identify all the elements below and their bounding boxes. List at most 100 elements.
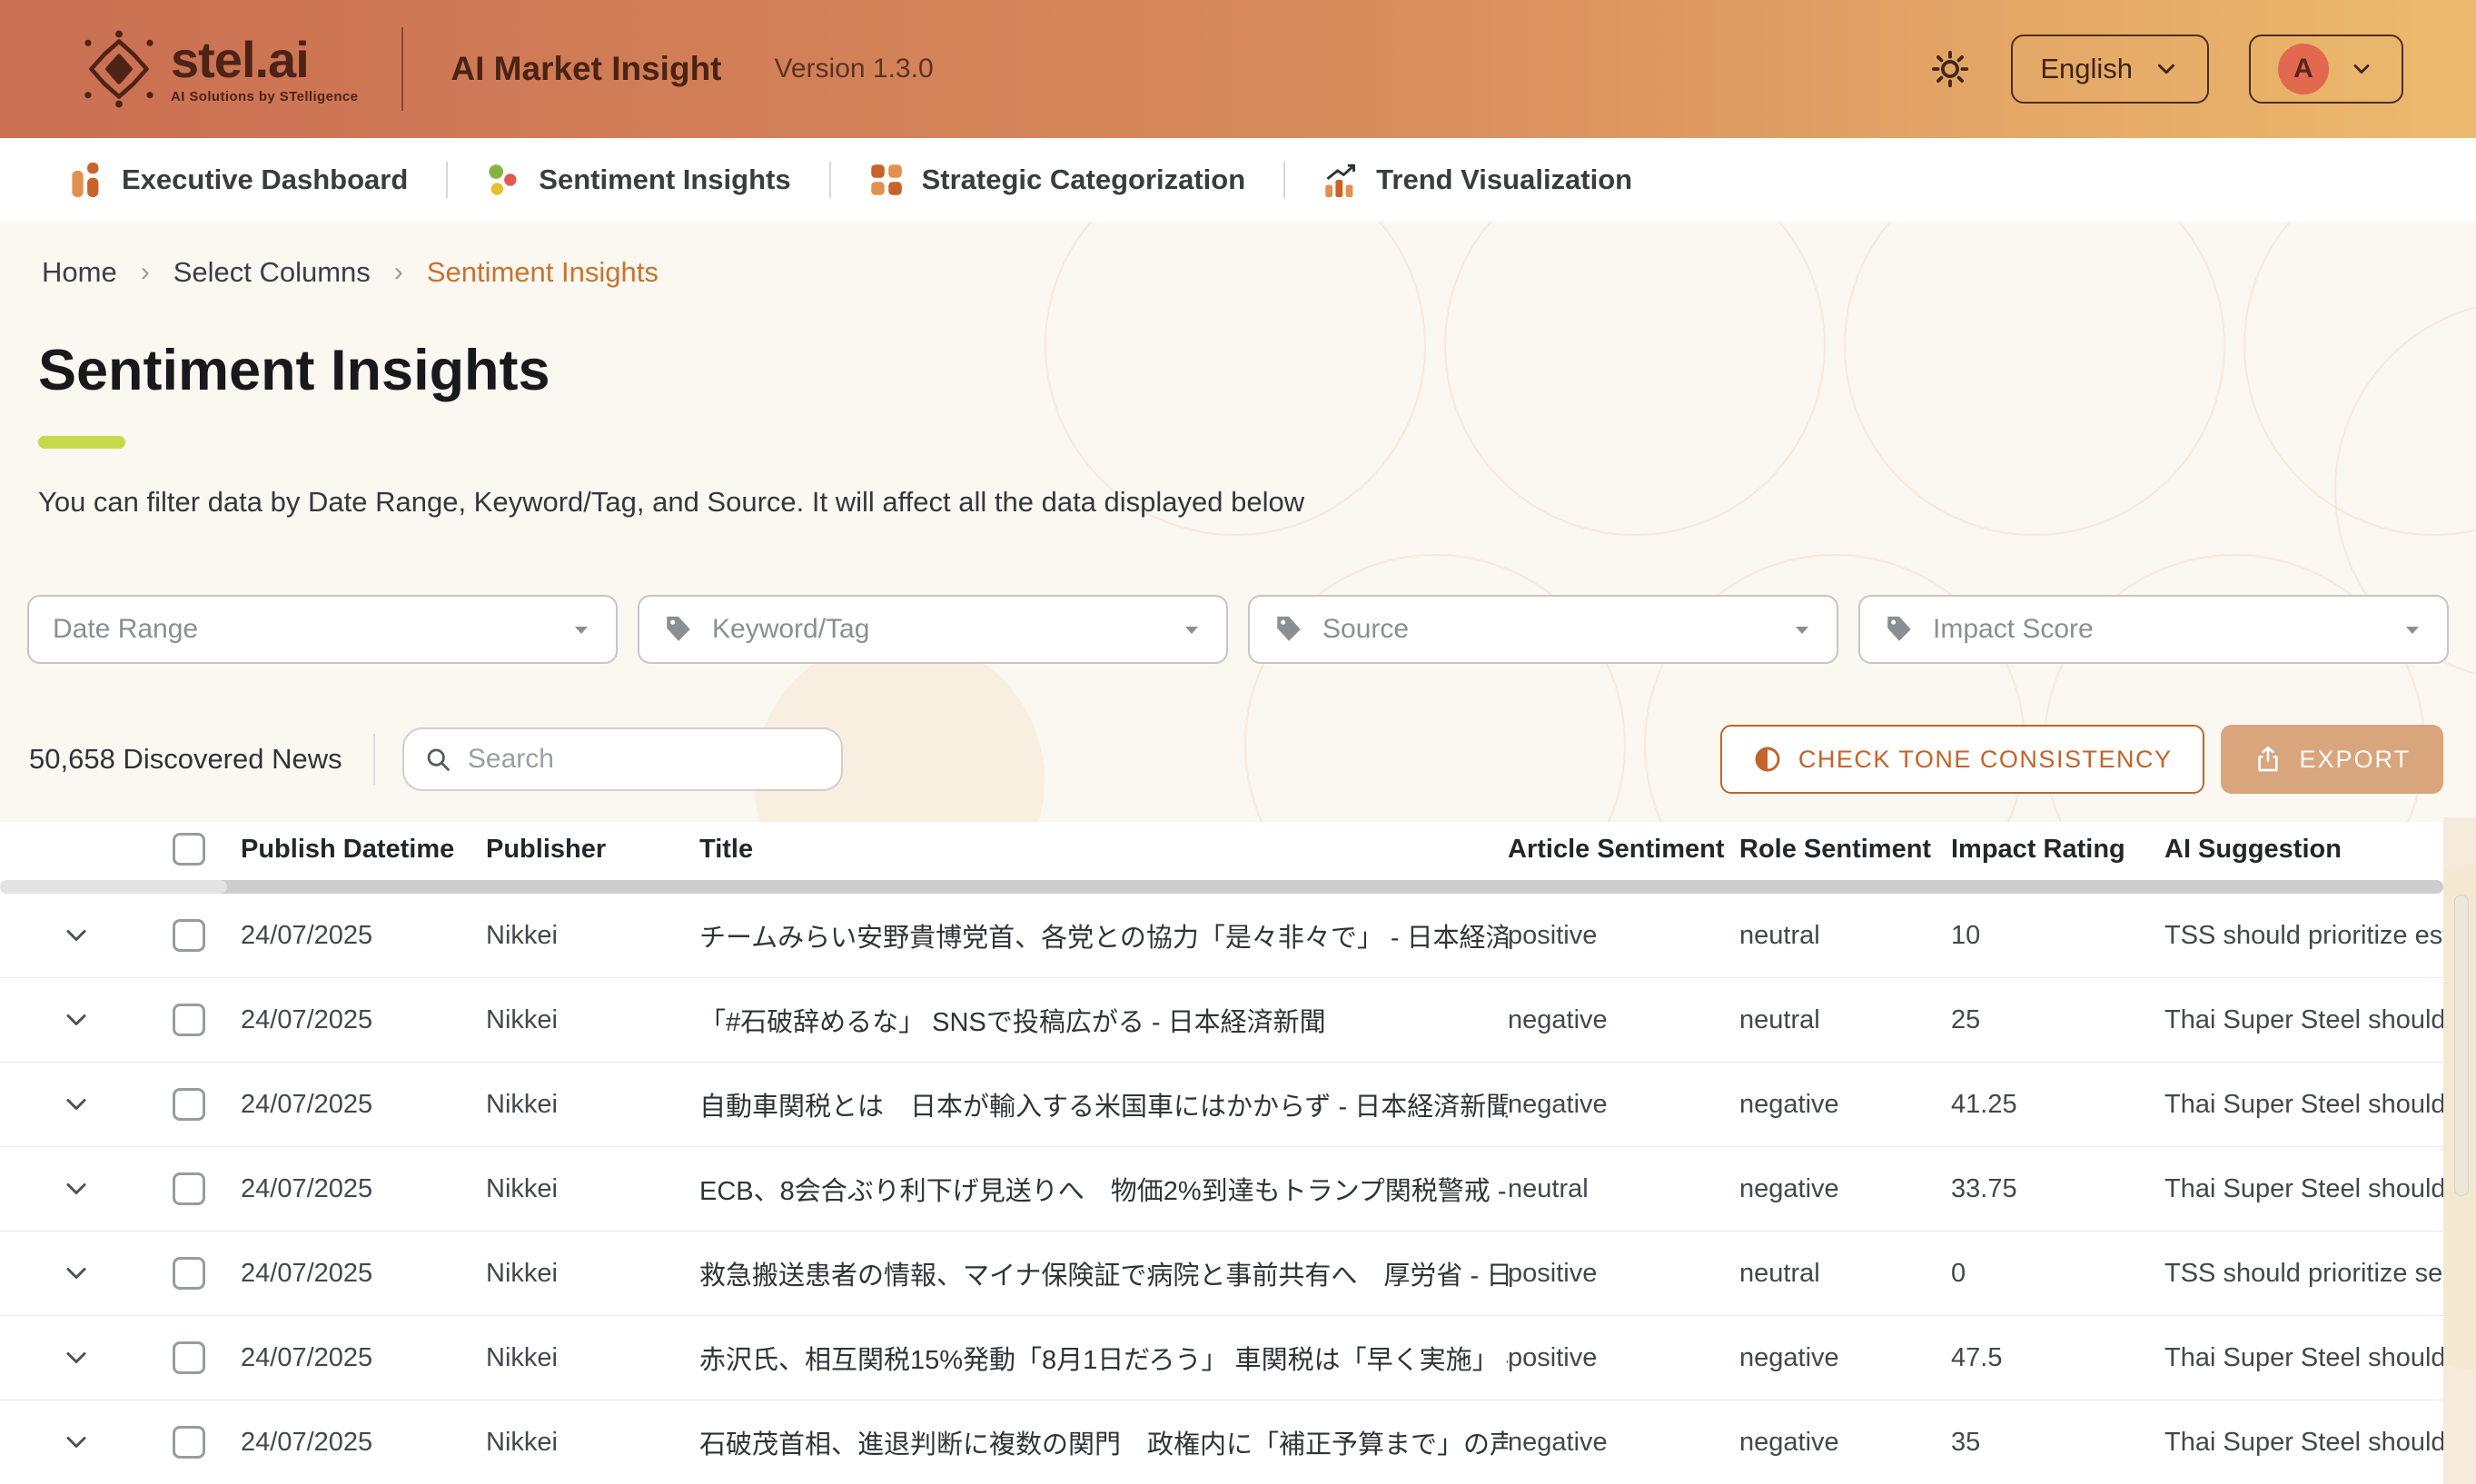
chevron-down-icon bbox=[60, 919, 93, 952]
title-accent-bar bbox=[38, 436, 125, 449]
cell-title: 石破茂首相、進退判断に複数の関門 政権内に「補正予算まで」の声 - ... bbox=[699, 1423, 1508, 1461]
expand-row-button[interactable] bbox=[60, 1257, 93, 1290]
row-checkbox[interactable] bbox=[173, 1341, 205, 1374]
chevron-down-icon bbox=[60, 1088, 93, 1121]
news-table: Publish Datetime Publisher Title Article… bbox=[0, 822, 2443, 1484]
cell-impact-rating: 33.75 bbox=[1951, 1174, 2164, 1204]
cell-ai-suggestion: Thai Super Steel should pr bbox=[2164, 1005, 2443, 1035]
language-selector[interactable]: English bbox=[2011, 35, 2209, 104]
cell-ai-suggestion: Thai Super Steel should pr bbox=[2164, 1343, 2443, 1373]
expand-row-button[interactable] bbox=[60, 1004, 93, 1036]
breadcrumb-select-columns[interactable]: Select Columns bbox=[173, 256, 371, 289]
cell-title: 救急搬送患者の情報、マイナ保険証で病院と事前共有へ 厚労省 - 日本... bbox=[699, 1254, 1508, 1292]
breadcrumb-home[interactable]: Home bbox=[42, 256, 117, 289]
table-header-row: Publish Datetime Publisher Title Article… bbox=[0, 822, 2443, 876]
impact-score-filter[interactable]: Impact Score bbox=[1858, 595, 2449, 664]
chevron-down-icon bbox=[60, 1172, 93, 1205]
nav-item-strategic-categorization[interactable]: Strategic Categorization bbox=[869, 163, 1246, 197]
check-tone-consistency-button[interactable]: CHECK TONE CONSISTENCY bbox=[1720, 725, 2205, 794]
date-range-filter[interactable]: Date Range bbox=[27, 595, 618, 664]
cell-ai-suggestion: Thai Super Steel should pr bbox=[2164, 1428, 2443, 1458]
nav-item-trend-visualization[interactable]: Trend Visualization bbox=[1323, 163, 1632, 197]
expand-row-button[interactable] bbox=[60, 919, 93, 952]
header-divider bbox=[401, 27, 403, 111]
cell-role-sentiment: negative bbox=[1739, 1090, 1951, 1120]
theme-toggle-button[interactable] bbox=[1929, 48, 1971, 90]
cell-title: ECB、8会合ぶり利下げ見送りへ 物価2%到達もトランプ関税警戒 - 日... bbox=[699, 1170, 1508, 1208]
page-title: Sentiment Insights bbox=[38, 338, 550, 403]
cell-publisher: Nikkei bbox=[486, 1259, 699, 1289]
col-publish-datetime: Publish Datetime bbox=[241, 835, 486, 865]
cell-impact-rating: 35 bbox=[1951, 1428, 2164, 1458]
category-grid-icon bbox=[869, 163, 904, 197]
chevron-down-icon bbox=[60, 1426, 93, 1459]
expand-row-button[interactable] bbox=[60, 1341, 93, 1374]
cell-role-sentiment: neutral bbox=[1739, 1259, 1951, 1289]
brand: stel.ai AI Solutions by STelligence bbox=[80, 30, 358, 108]
caret-down-icon bbox=[1181, 618, 1203, 640]
row-checkbox[interactable] bbox=[173, 1088, 205, 1121]
table-row: 24/07/2025 Nikkei 「#石破辞めるな」 SNSで投稿広がる - … bbox=[0, 978, 2443, 1063]
main-nav: Executive Dashboard Sentiment Insights S… bbox=[0, 138, 2476, 222]
user-menu[interactable]: A bbox=[2249, 35, 2403, 104]
cell-publish-datetime: 24/07/2025 bbox=[241, 1005, 486, 1035]
cell-article-sentiment: positive bbox=[1508, 1259, 1739, 1289]
cell-role-sentiment: negative bbox=[1739, 1174, 1951, 1204]
search-box[interactable] bbox=[402, 727, 843, 791]
cell-role-sentiment: negative bbox=[1739, 1343, 1951, 1373]
cell-publish-datetime: 24/07/2025 bbox=[241, 1259, 486, 1289]
row-checkbox[interactable] bbox=[173, 919, 205, 952]
cell-role-sentiment: neutral bbox=[1739, 921, 1951, 951]
cell-article-sentiment: neutral bbox=[1508, 1174, 1739, 1204]
cell-publisher: Nikkei bbox=[486, 1174, 699, 1204]
row-checkbox[interactable] bbox=[173, 1004, 205, 1036]
export-icon bbox=[2253, 745, 2283, 774]
nav-item-sentiment-insights[interactable]: Sentiment Insights bbox=[486, 163, 790, 197]
filters-row: Date Range Keyword/Tag Source Impact Sco… bbox=[27, 595, 2449, 664]
row-checkbox[interactable] bbox=[173, 1426, 205, 1459]
page-description: You can filter data by Date Range, Keywo… bbox=[38, 486, 1304, 519]
table-row: 24/07/2025 Nikkei 救急搬送患者の情報、マイナ保険証で病院と事前… bbox=[0, 1232, 2443, 1316]
cell-publisher: Nikkei bbox=[486, 921, 699, 951]
cell-publish-datetime: 24/07/2025 bbox=[241, 1174, 486, 1204]
cell-article-sentiment: negative bbox=[1508, 1005, 1739, 1035]
expand-row-button[interactable] bbox=[60, 1088, 93, 1121]
search-icon bbox=[424, 744, 451, 775]
export-button[interactable]: EXPORT bbox=[2221, 725, 2443, 794]
table-row: 24/07/2025 Nikkei 自動車関税とは 日本が輸入する米国車にはかか… bbox=[0, 1063, 2443, 1147]
contrast-icon bbox=[1753, 745, 1782, 774]
breadcrumb-current: Sentiment Insights bbox=[427, 256, 659, 289]
source-filter[interactable]: Source bbox=[1248, 595, 1838, 664]
table-row: 24/07/2025 Nikkei チームみらい安野貴博党首、各党との協力「是々… bbox=[0, 894, 2443, 978]
language-label: English bbox=[2040, 53, 2133, 85]
cell-role-sentiment: negative bbox=[1739, 1428, 1951, 1458]
cell-title: 自動車関税とは 日本が輸入する米国車にはかからず - 日本経済新聞 bbox=[699, 1085, 1508, 1123]
cell-title: 「#石破辞めるな」 SNSで投稿広がる - 日本経済新聞 bbox=[699, 1001, 1508, 1039]
cell-article-sentiment: positive bbox=[1508, 921, 1739, 951]
col-article-sentiment: Article Sentiment bbox=[1508, 835, 1739, 865]
chevron-down-icon bbox=[2153, 55, 2180, 83]
cell-ai-suggestion: TSS should prioritize secur bbox=[2164, 1259, 2443, 1289]
select-all-checkbox[interactable] bbox=[173, 833, 205, 866]
horizontal-scrollbar[interactable] bbox=[0, 880, 2443, 894]
keyword-tag-filter[interactable]: Keyword/Tag bbox=[638, 595, 1228, 664]
expand-row-button[interactable] bbox=[60, 1426, 93, 1459]
toolbar: 50,658 Discovered News CHECK TONE CONSIS… bbox=[29, 725, 2443, 794]
vertical-scrollbar-thumb[interactable] bbox=[2454, 895, 2469, 1196]
cell-impact-rating: 25 bbox=[1951, 1005, 2164, 1035]
chevron-down-icon bbox=[2349, 56, 2374, 82]
app-title: AI Market Insight bbox=[451, 50, 721, 88]
expand-row-button[interactable] bbox=[60, 1172, 93, 1205]
table-row: 24/07/2025 Nikkei ECB、8会合ぶり利下げ見送りへ 物価2%到… bbox=[0, 1147, 2443, 1232]
row-checkbox[interactable] bbox=[173, 1257, 205, 1290]
cell-impact-rating: 0 bbox=[1951, 1259, 2164, 1289]
nav-item-executive-dashboard[interactable]: Executive Dashboard bbox=[69, 163, 408, 197]
cell-ai-suggestion: TSS should prioritize estab bbox=[2164, 921, 2443, 951]
cell-publisher: Nikkei bbox=[486, 1090, 699, 1120]
search-input[interactable] bbox=[468, 744, 821, 775]
cell-title: チームみらい安野貴博党首、各党との協力「是々非々で」 - 日本経済新聞 bbox=[699, 916, 1508, 955]
app-version: Version 1.3.0 bbox=[775, 54, 934, 84]
row-checkbox[interactable] bbox=[173, 1172, 205, 1205]
cell-publish-datetime: 24/07/2025 bbox=[241, 1090, 486, 1120]
horizontal-scrollbar-thumb[interactable] bbox=[0, 880, 227, 894]
